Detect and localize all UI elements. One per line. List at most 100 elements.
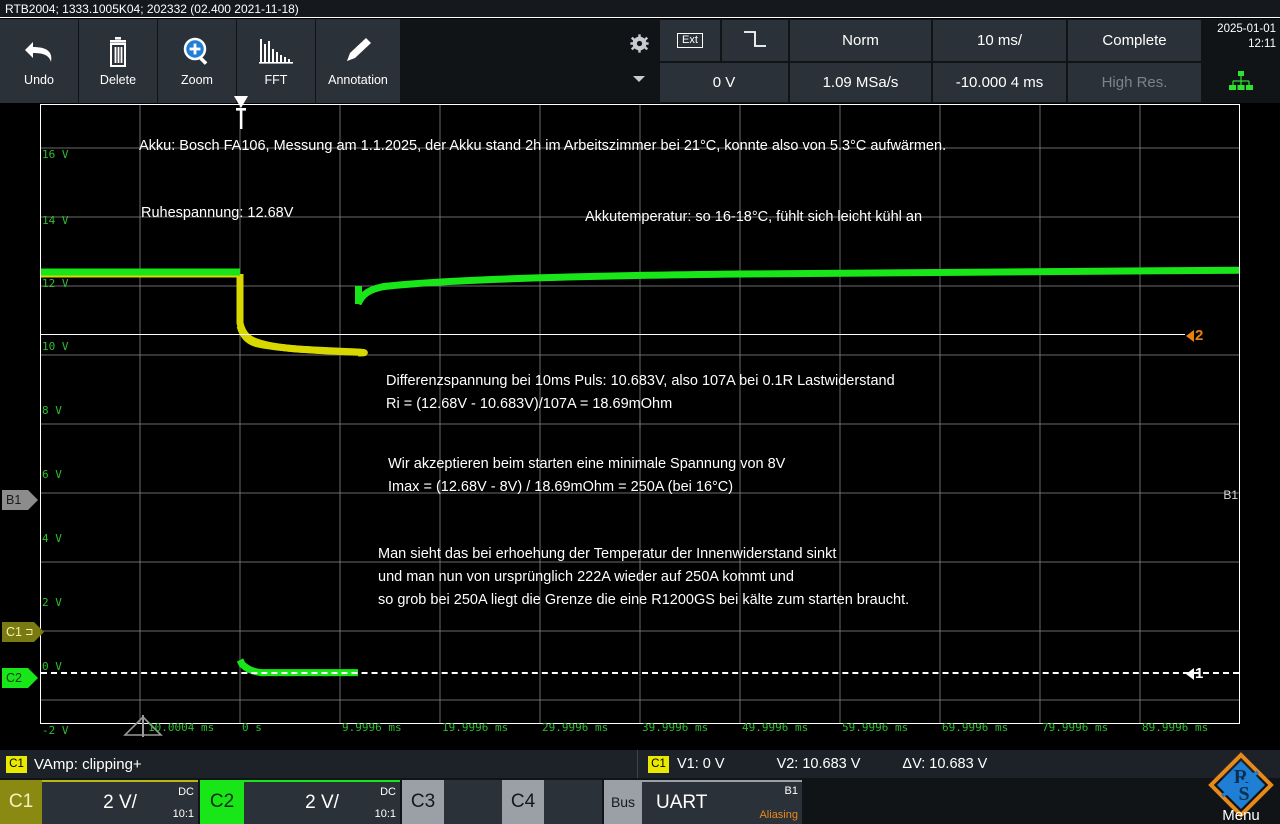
annotation-line-9[interactable]: und man nun von ursprünglich 222A wieder… xyxy=(378,568,794,587)
undo-button[interactable]: Undo xyxy=(0,19,78,103)
cursor-v2: V2: 10.683 V xyxy=(777,756,861,772)
delete-button[interactable]: Delete xyxy=(79,19,157,103)
measurement-channel-tag: C1 xyxy=(6,756,27,773)
rail-c1-arrow-icon xyxy=(34,622,44,642)
acq-state-box[interactable]: Complete xyxy=(1067,19,1202,62)
measurement-bar: C1 VAmp: clipping+ C1 V1: 0 V V2: 10.683… xyxy=(0,750,1280,778)
measurement-text: VAmp: clipping+ xyxy=(34,756,142,773)
waveform-canvas[interactable] xyxy=(40,104,1240,724)
channel-settings-c2[interactable]: 2 V/ DC 10:1 xyxy=(244,780,400,824)
delete-label: Delete xyxy=(100,73,136,87)
channel-bar: C1 2 V/ DC 10:1 C2 2 V/ DC 10:1 C3 C4 Bu… xyxy=(0,778,1280,824)
t-label-10: 9.9996 ms xyxy=(342,721,402,734)
annotation-line-5[interactable]: Ri = (12.68V - 10.683V)/107A = 18.69mOhm xyxy=(386,395,672,414)
sample-rate-box[interactable]: 1.09 MSa/s xyxy=(789,62,932,103)
channel-button-c4[interactable]: C4 xyxy=(502,780,544,824)
channel-button-c2[interactable]: C2 xyxy=(200,780,244,824)
annotation-button[interactable]: Annotation xyxy=(316,19,400,103)
annotation-line-1[interactable]: Akku: Bosch FA106, Messung am 1.1.2025, … xyxy=(139,137,946,156)
annotation-label: Annotation xyxy=(328,73,388,87)
channel-c2-coupling: DC xyxy=(380,786,396,798)
t-label-50: 49.9996 ms xyxy=(742,721,808,734)
rail-tag-c2[interactable]: C2 xyxy=(2,668,28,688)
magnifier-plus-icon xyxy=(177,35,217,69)
pencil-icon xyxy=(338,35,378,69)
bus-aliasing-warning: Aliasing xyxy=(759,809,798,821)
bus-id: B1 xyxy=(785,785,798,797)
resolution-mode-box[interactable]: High Res. xyxy=(1067,62,1202,103)
channel-settings-c4[interactable] xyxy=(544,780,602,824)
rail-c2-arrow-icon xyxy=(28,668,38,688)
timebase-box[interactable]: 10 ms/ xyxy=(932,19,1067,62)
clock: 2025-01-01 12:11 xyxy=(1202,19,1280,63)
cursor-channel-tag: C1 xyxy=(648,756,669,773)
v-label-0: 0 V xyxy=(42,660,62,673)
channel-settings-c3[interactable] xyxy=(444,780,502,824)
t-label-neg10: 10.0004 ms xyxy=(148,721,214,734)
network-status[interactable] xyxy=(1202,63,1280,103)
channel-settings-c1[interactable]: 2 V/ DC 10:1 xyxy=(42,780,198,824)
rail-tag-c2-label: C2 xyxy=(6,671,22,685)
cursor-line-2[interactable] xyxy=(41,334,1185,335)
annotation-line-2[interactable]: Ruhespannung: 12.68V xyxy=(141,204,293,223)
trigger-slope-box[interactable] xyxy=(721,19,789,62)
fft-icon xyxy=(254,35,298,69)
rail-tag-b1[interactable]: B1 xyxy=(2,490,28,510)
trigger-position-marker[interactable] xyxy=(233,95,249,134)
v-label-neg2: -2 V xyxy=(42,724,69,737)
bus-settings[interactable]: UART B1 Aliasing xyxy=(642,780,802,824)
t-label-40: 39.9996 ms xyxy=(642,721,708,734)
t-label-20: 19.9996 ms xyxy=(442,721,508,734)
rail-b1-arrow-icon xyxy=(28,490,38,510)
waveform-display[interactable]: 2 1 B1 B1 C1 ⊐ C2 16 V 14 V 12 V 10 V 8 … xyxy=(0,104,1280,744)
annotation-line-4[interactable]: Differenzspannung bei 10ms Puls: 10.683V… xyxy=(386,372,895,391)
annotation-line-6[interactable]: Wir akzeptieren beim starten eine minima… xyxy=(388,455,785,474)
cursor-results[interactable]: C1 V1: 0 V V2: 10.683 V ΔV: 10.683 V xyxy=(637,750,987,778)
c1-coupling-icon: ⊐ xyxy=(25,627,33,638)
v-label-6: 6 V xyxy=(42,468,62,481)
channel-c2-tag: C2 xyxy=(210,791,234,813)
t-label-30: 29.9996 ms xyxy=(542,721,608,734)
cursor-1-marker[interactable]: 1 xyxy=(1186,665,1203,682)
rail-tag-b1-label: B1 xyxy=(6,493,21,507)
channel-c4-tag: C4 xyxy=(511,791,535,813)
zoom-label: Zoom xyxy=(181,73,213,87)
cursor-2-marker[interactable]: 2 xyxy=(1186,327,1203,344)
annotation-line-8[interactable]: Man sieht das bei erhoehung der Temperat… xyxy=(378,545,836,564)
measurement-vamp[interactable]: C1 VAmp: clipping+ xyxy=(6,756,142,773)
date-label: 2025-01-01 xyxy=(1202,22,1276,37)
bus-button[interactable]: Bus xyxy=(604,780,642,824)
cursor-line-1[interactable] xyxy=(41,672,1239,674)
channel-c2-probe: 10:1 xyxy=(375,808,396,820)
falling-edge-icon xyxy=(742,29,768,53)
cursor-2-label: 2 xyxy=(1195,327,1203,344)
window-title-bar: RTB2004; 1333.1005K04; 202332 (02.400 20… xyxy=(0,0,1280,18)
chevron-down-icon[interactable] xyxy=(633,70,645,88)
channel-c3-tag: C3 xyxy=(411,791,435,813)
toolbar: Undo Delete Zoom xyxy=(0,19,1280,103)
channel-c1-coupling: DC xyxy=(178,786,194,798)
channel-c1-probe: 10:1 xyxy=(173,808,194,820)
v-label-4: 4 V xyxy=(42,532,62,545)
horizontal-position-box[interactable]: -10.000 4 ms xyxy=(932,62,1067,103)
v-label-8: 8 V xyxy=(42,404,62,417)
cursor-v1: V1: 0 V xyxy=(677,756,725,772)
rail-tag-c1[interactable]: C1 ⊐ xyxy=(2,622,34,642)
annotation-line-3[interactable]: Akkutemperatur: so 16-18°C, fühlt sich l… xyxy=(585,208,922,227)
channel-button-c1[interactable]: C1 xyxy=(0,780,42,824)
channel-c1-tag: C1 xyxy=(9,791,33,813)
trigger-mode-box[interactable]: Norm xyxy=(789,19,932,62)
menu-button[interactable]: R S Menu xyxy=(1202,755,1280,824)
trigger-level-box[interactable]: 0 V xyxy=(659,62,789,103)
settings-column[interactable] xyxy=(620,19,658,103)
gear-icon[interactable] xyxy=(630,34,649,58)
t-label-90: 89.9996 ms xyxy=(1142,721,1208,734)
annotation-line-10[interactable]: so grob bei 250A liegt die Grenze die ei… xyxy=(378,591,909,610)
channel-button-c3[interactable]: C3 xyxy=(402,780,444,824)
annotation-line-7[interactable]: Imax = (12.68V - 8V) / 18.69mOhm = 250A … xyxy=(388,478,733,497)
zoom-button[interactable]: Zoom xyxy=(158,19,236,103)
v-label-10: 10 V xyxy=(42,340,69,353)
trigger-source-box[interactable]: Ext xyxy=(659,19,721,62)
fft-button[interactable]: FFT xyxy=(237,19,315,103)
trigger-source-label: Ext xyxy=(677,33,703,48)
